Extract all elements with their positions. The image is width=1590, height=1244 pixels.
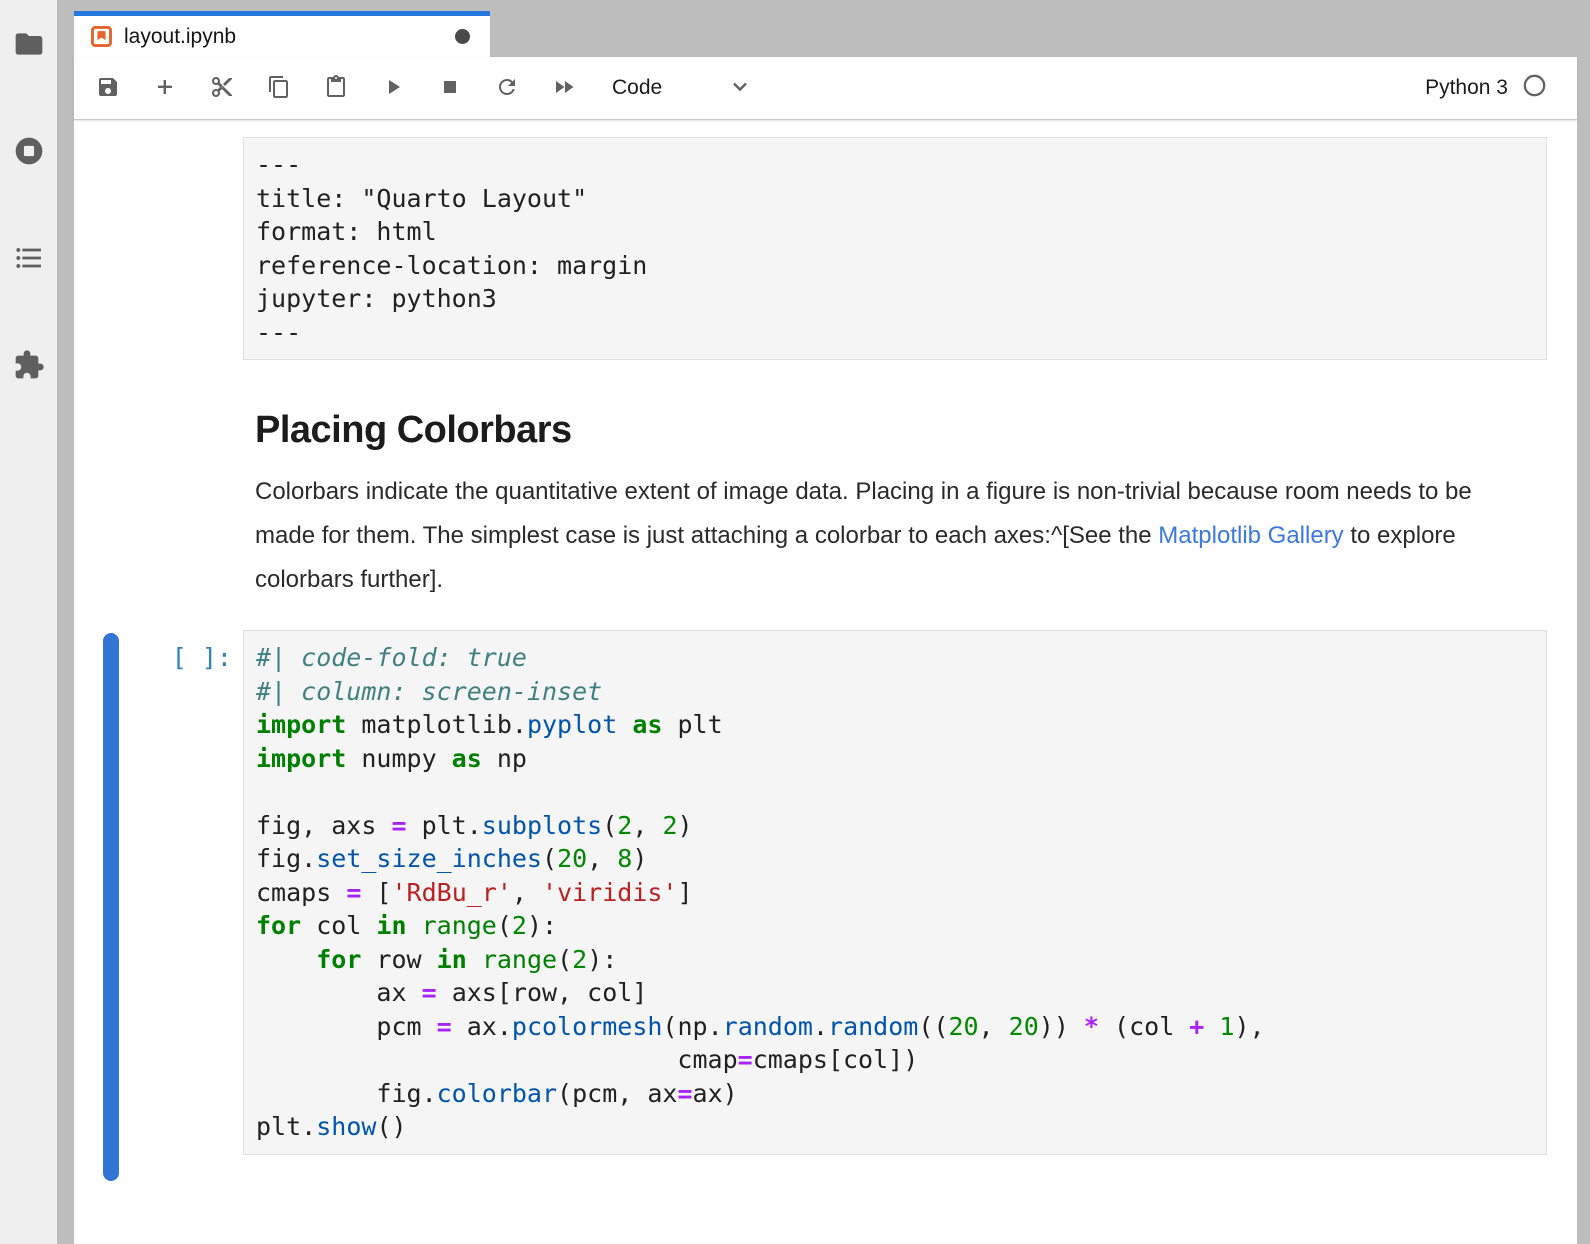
folder-icon [13, 28, 45, 63]
code-cell-code: #| code-fold: true #| column: screen-ins… [256, 641, 1534, 1144]
markdown-paragraph: Colorbars indicate the quantitative exte… [255, 470, 1517, 602]
input-prompt: [ ]: [74, 641, 232, 675]
cell-type-dropdown[interactable]: Code [612, 74, 752, 103]
markdown-cell[interactable]: Placing Colorbars Colorbars indicate the… [243, 406, 1547, 602]
raw-cell-text: --- title: "Quarto Layout" format: html … [256, 148, 1534, 349]
file-browser-button[interactable] [12, 28, 46, 62]
tab-layout-ipynb[interactable]: layout.ipynb [74, 11, 490, 57]
table-of-contents-button[interactable] [12, 242, 46, 276]
raw-cell-editor[interactable]: --- title: "Quarto Layout" format: html … [243, 137, 1547, 360]
notebook-icon [90, 25, 113, 48]
insert-cell-icon [153, 75, 177, 102]
cell-type-label: Code [612, 76, 662, 100]
tab-bar: layout.ipynb [74, 0, 1577, 57]
main-dock-panel: layout.ipynb C [74, 0, 1577, 1244]
code-cell-editor[interactable]: #| code-fold: true #| column: screen-ins… [243, 630, 1547, 1155]
save-icon [96, 75, 120, 102]
table-of-contents-icon [13, 242, 45, 277]
kernel-idle-circle-icon [1508, 73, 1547, 103]
copy-icon [267, 75, 291, 102]
sidebar-divider-strip [57, 0, 74, 1244]
paste-button[interactable] [324, 76, 348, 100]
notebook-content: --- title: "Quarto Layout" format: html … [74, 120, 1577, 1244]
code-cell: [ ]: #| code-fold: true #| column: scree… [243, 630, 1547, 1155]
run-all-button[interactable] [552, 76, 576, 100]
left-sidebar [0, 0, 57, 1244]
active-cell-indicator-bar[interactable] [103, 633, 119, 1181]
kernel-name[interactable]: Python 3 [1425, 76, 1508, 100]
stop-button[interactable] [438, 76, 462, 100]
unsaved-changes-dot [455, 29, 470, 44]
paste-icon [324, 75, 348, 102]
restart-kernel-icon [495, 75, 519, 102]
markdown-heading: Placing Colorbars [255, 406, 1535, 454]
chevron-down-icon [662, 74, 752, 103]
running-kernels-button[interactable] [12, 135, 46, 169]
run-icon [381, 75, 405, 102]
restart-kernel-button[interactable] [495, 76, 519, 100]
cut-icon [210, 75, 234, 102]
running-kernels-icon [13, 135, 45, 170]
extensions-button[interactable] [12, 349, 46, 383]
copy-button[interactable] [267, 76, 291, 100]
tab-title: layout.ipynb [124, 25, 236, 49]
save-button[interactable] [96, 76, 120, 100]
extensions-icon [13, 349, 45, 384]
kernel-indicator: Python 3 [1425, 73, 1547, 103]
notebook-toolbar: Code Python 3 [74, 57, 1577, 120]
matplotlib-gallery-link[interactable]: Matplotlib Gallery [1158, 522, 1343, 549]
right-edge-strip [1577, 0, 1590, 1244]
run-all-icon [552, 75, 576, 102]
run-button[interactable] [381, 76, 405, 100]
raw-cell: --- title: "Quarto Layout" format: html … [243, 137, 1547, 360]
cut-button[interactable] [210, 76, 234, 100]
stop-icon [438, 75, 462, 102]
insert-cell-button[interactable] [153, 76, 177, 100]
